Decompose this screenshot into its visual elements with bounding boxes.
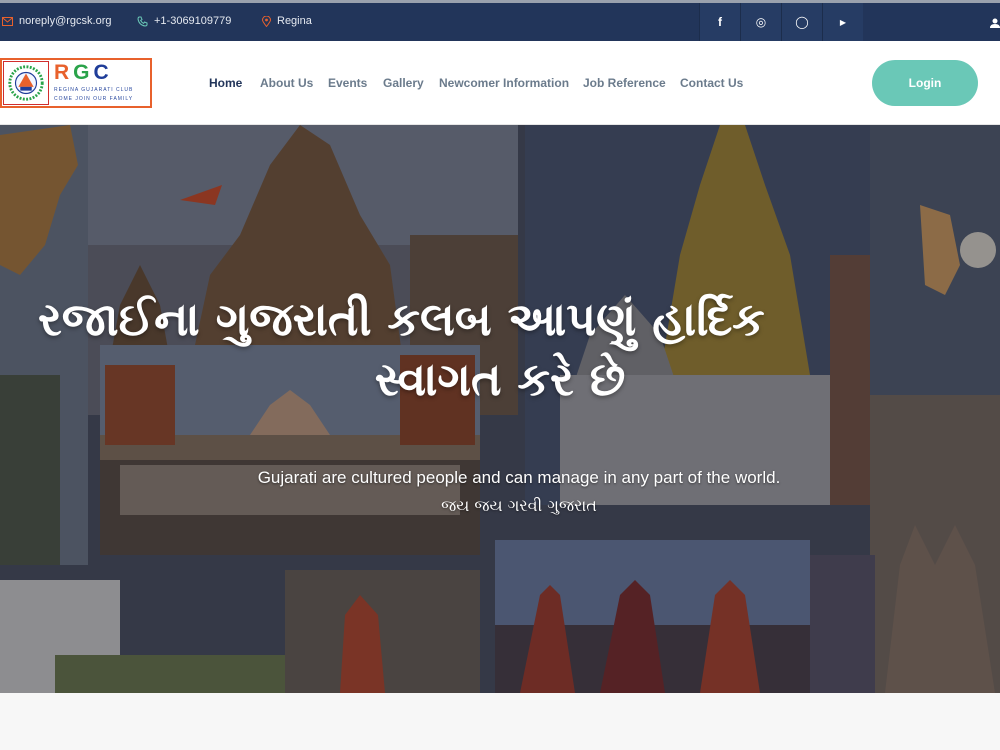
logo-motto: COME JOIN OUR FAMILY <box>54 96 134 102</box>
email-text: noreply@rgcsk.org <box>19 15 112 27</box>
nav-events[interactable]: Events <box>328 76 367 90</box>
site-logo[interactable]: RGC REGINA GUJARATI CLUB COME JOIN OUR F… <box>0 58 152 108</box>
instagram-icon: ◎ <box>755 15 767 29</box>
phone-text: +1-3069109779 <box>154 15 232 27</box>
logo-tagline: REGINA GUJARATI CLUB <box>54 87 134 93</box>
nav-gallery[interactable]: Gallery <box>383 76 424 90</box>
phone-icon <box>137 16 148 27</box>
page-content-area <box>0 693 1000 750</box>
login-button[interactable]: Login <box>872 60 978 106</box>
youtube-link[interactable]: ▶ <box>822 3 863 41</box>
hero-heading-line2: સ્વાગત કરે છે <box>374 352 626 406</box>
whatsapp-icon: ◯ <box>795 15 809 29</box>
nav-home[interactable]: Home <box>209 76 242 90</box>
location-pin-icon <box>262 15 271 27</box>
nav-newcomer-information[interactable]: Newcomer Information <box>439 76 569 90</box>
email-contact[interactable]: noreply@rgcsk.org <box>2 15 111 27</box>
top-bar: noreply@rgcsk.org +1-3069109779 Regina f… <box>0 0 1000 41</box>
facebook-icon: f <box>718 15 722 29</box>
hero-overlay <box>0 125 1000 693</box>
nav-job-reference[interactable]: Job Reference <box>583 76 666 90</box>
youtube-icon: ▶ <box>839 17 847 27</box>
hero-heading-line1: રજાઈના ગુજરાતી કલબ આપણું હાર્દિક <box>38 292 765 346</box>
whatsapp-link[interactable]: ◯ <box>781 3 822 41</box>
instagram-link[interactable]: ◎ <box>740 3 781 41</box>
nav-about-us[interactable]: About Us <box>260 76 313 90</box>
club-emblem-icon <box>3 61 49 105</box>
hero-tagline: જય જય ગરવી ગુજરાત <box>441 496 597 515</box>
phone-contact[interactable]: +1-3069109779 <box>137 15 231 27</box>
main-navbar: RGC REGINA GUJARATI CLUB COME JOIN OUR F… <box>0 41 1000 125</box>
mail-icon <box>2 16 13 26</box>
hero-banner: રજાઈના ગુજરાતી કલબ આપણું હાર્દિક સ્વાગત … <box>0 125 1000 693</box>
location-text: Regina <box>277 15 312 27</box>
nav-contact-us[interactable]: Contact Us <box>680 76 743 90</box>
facebook-link[interactable]: f <box>699 3 740 41</box>
logo-wordmark: RGC <box>54 61 113 84</box>
hero-subtitle: Gujarati are cultured people and can man… <box>257 468 781 487</box>
user-icon[interactable] <box>990 18 1000 28</box>
location-contact[interactable]: Regina <box>262 15 312 27</box>
